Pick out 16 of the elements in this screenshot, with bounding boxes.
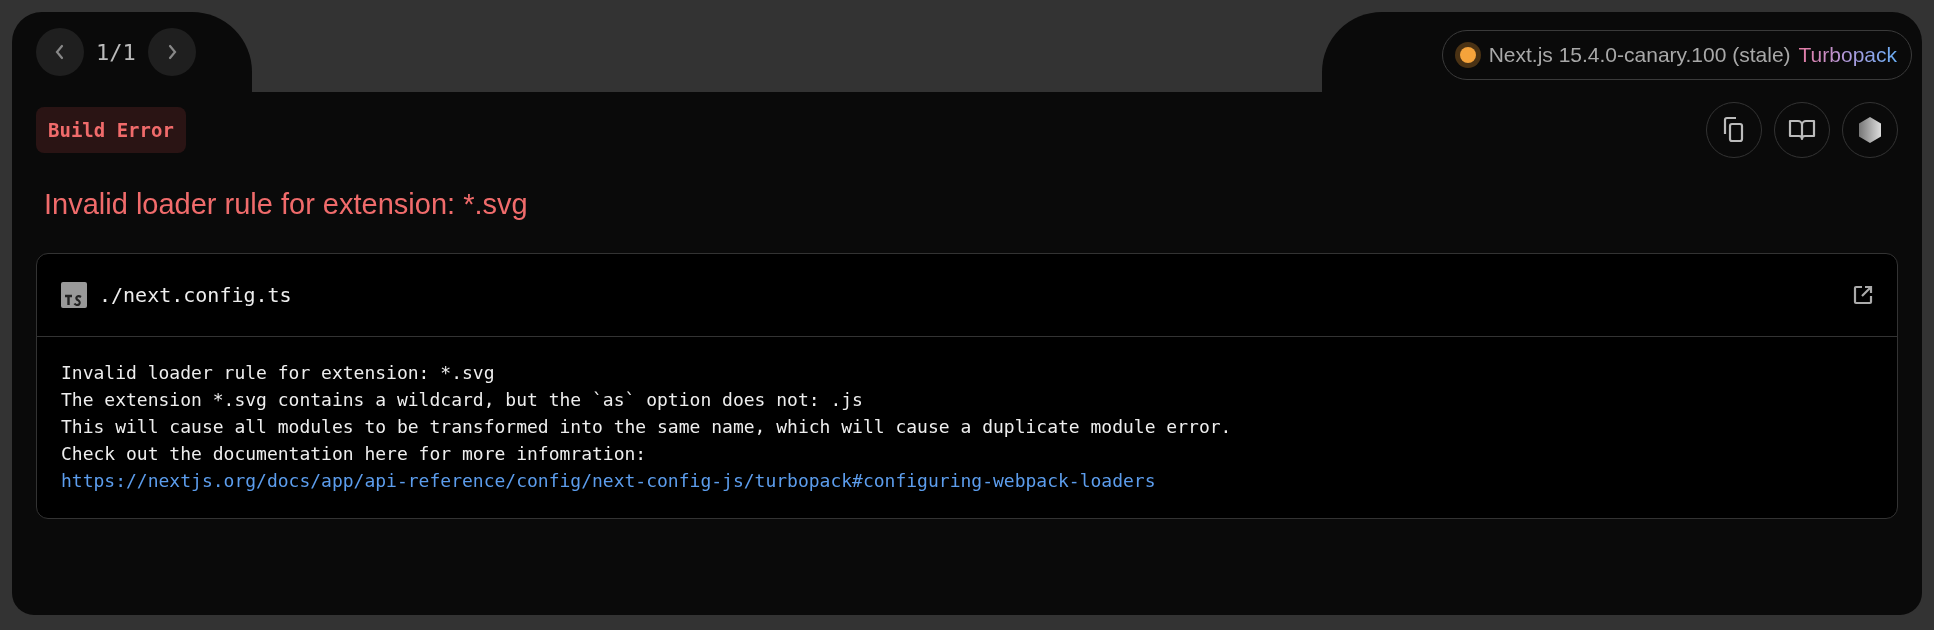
- file-path: ./next.config.ts: [99, 283, 293, 307]
- typescript-file-icon: [61, 282, 87, 308]
- book-icon: [1788, 118, 1816, 142]
- page-counter: 1/1: [96, 39, 136, 65]
- external-link-icon: [1853, 285, 1873, 305]
- code-line: This will cause all modules to be transformed into the same name, which will cause a duplicate module error.: [61, 415, 1233, 439]
- code-line: The extension *.svg contains a wildcard, but the `as` option does not: .js: [61, 388, 864, 412]
- status-dot-icon: [1454, 42, 1481, 68]
- error-label: Build Error: [36, 107, 186, 153]
- docs-link[interactable]: https://nextjs.org/docs/app/api-reference/config/next-config-js/turbopack#configuring-webpack-loaders: [61, 470, 1156, 491]
- code-line: Check out the documentation here for more infomration:: [61, 442, 648, 466]
- code-line: Invalid loader rule for extension: *.svg: [61, 361, 496, 385]
- version-text: Next.js 15.4.0-canary.100 (stale): [1488, 43, 1791, 67]
- hexagon-icon: [1858, 116, 1882, 144]
- error-title: Invalid loader rule for extension: *.svg: [44, 188, 529, 221]
- open-in-editor-button[interactable]: [1853, 285, 1873, 305]
